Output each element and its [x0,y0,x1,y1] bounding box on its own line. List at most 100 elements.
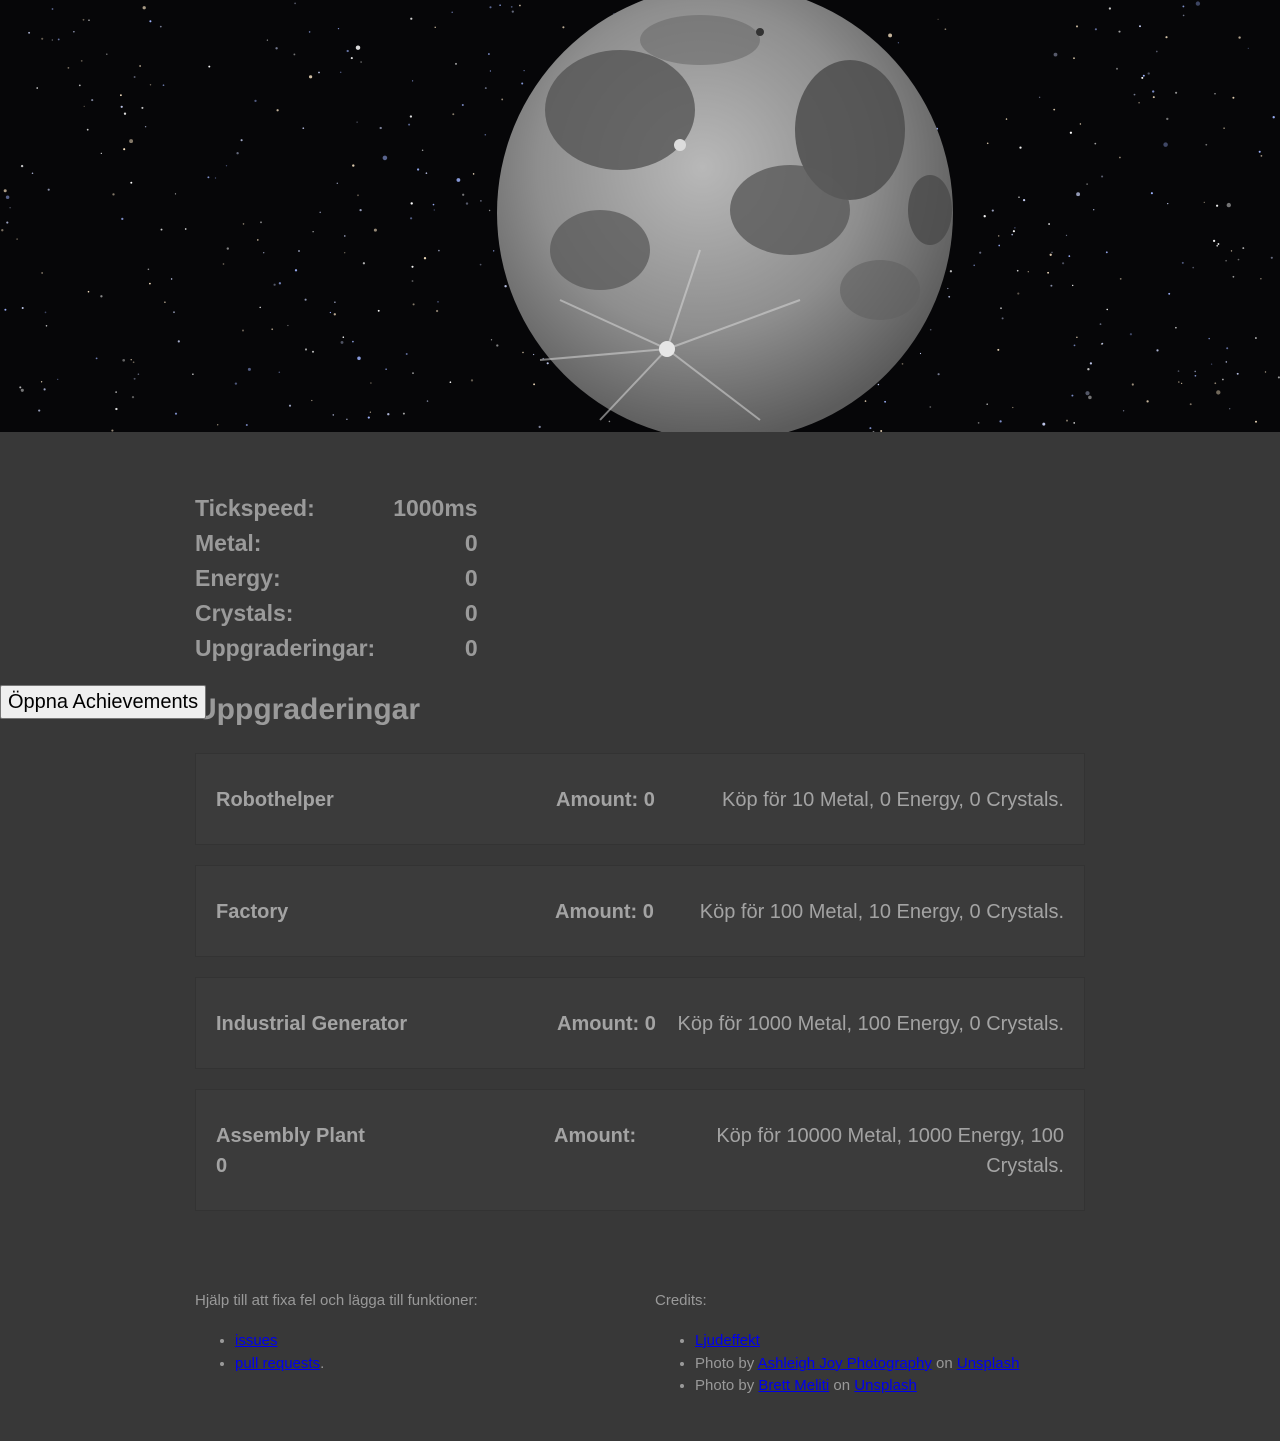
star [129,139,134,144]
star [522,351,524,354]
credits-list: Ljudeffekt Photo by Ashleigh Joy Photogr… [655,1330,1255,1398]
star [242,329,244,332]
star [294,2,296,5]
star [275,47,278,50]
star [356,121,358,123]
star [1075,25,1079,28]
upgrade-cost-line2: Crystals. [986,1155,1064,1177]
star [1099,323,1102,325]
star [1012,230,1015,233]
star [1254,337,1257,339]
star [1208,337,1210,340]
star [373,228,377,232]
star [123,148,126,151]
star [47,188,50,191]
star [433,209,435,211]
star [1087,368,1090,371]
stat-label: Crystals: [195,600,294,626]
star [949,270,953,273]
star [1142,74,1145,77]
star [122,358,126,362]
star [51,39,53,41]
star [184,228,187,230]
star [266,39,269,41]
stat-value: 0 [464,565,478,591]
star [174,412,178,415]
star [411,280,414,282]
upgrades-heading: Uppgraderingar [195,693,421,726]
unsplash-link[interactable]: Unsplash [854,1377,917,1394]
star [19,386,22,389]
star [130,359,132,361]
star [1073,57,1075,60]
star [344,252,346,254]
star [1062,262,1065,265]
star [944,28,947,31]
star [929,406,932,408]
star [1053,108,1056,111]
star [1071,394,1074,397]
star [226,247,229,250]
star [359,208,362,212]
star [247,367,251,371]
star [337,27,340,30]
star [1085,391,1090,396]
star [276,109,279,112]
upgrade-card-robothelper[interactable]: Robothelper Amount: 0 Köp för 10 Metal, … [195,753,1085,845]
photographer-link[interactable]: Ashleigh Joy Photography [758,1355,932,1372]
moon-click-area[interactable] [0,0,1280,432]
star [1260,278,1262,280]
star [1212,239,1216,243]
star [38,409,41,412]
star [1019,146,1022,149]
unsplash-link[interactable]: Unsplash [957,1355,1020,1372]
open-achievements-button[interactable]: Öppna Achievements [0,685,206,719]
star [423,257,427,260]
star [1238,36,1241,39]
help-links-list: issues pull requests. [195,1330,635,1375]
stat-row-metal: Metal: 0 [195,526,478,561]
star [546,362,549,365]
pull-requests-link[interactable]: pull requests [235,1355,320,1372]
star [51,8,54,10]
star [1066,419,1068,422]
upgrade-card-factory[interactable]: Factory Amount: 0 Köp för 100 Metal, 10 … [195,865,1085,957]
upgrade-cost: Köp för 1000 Metal, 100 Energy, 0 Crysta… [677,1013,1065,1035]
star [287,324,289,327]
star [1038,96,1041,99]
star [149,282,151,285]
upgrade-card-industrial-generator[interactable]: Industrial Generator Amount: 0 Köp för 1… [195,977,1085,1069]
star [1094,28,1097,31]
star [100,152,102,154]
photographer-link[interactable]: Brett Meliti [758,1377,829,1394]
star [173,311,175,314]
star [521,82,524,85]
stats-table: Tickspeed: 1000ms Metal: 0 Energy: 0 Cry… [195,491,478,666]
star [31,172,34,174]
star [1051,251,1053,254]
star [132,361,135,364]
footer-help: Hjälp till att fixa fel och lägga till f… [195,1291,635,1375]
stat-value: 0 [464,530,478,556]
issues-link[interactable]: issues [235,1332,278,1349]
sound-effect-link[interactable]: Ljudeffekt [695,1332,760,1349]
star [159,25,162,28]
list-item: Photo by Ashleigh Joy Photography on Uns… [695,1353,1255,1376]
star [333,313,336,316]
star [87,290,90,293]
star [308,75,313,79]
star [149,20,152,23]
star [379,126,382,130]
footer-credits: Credits: Ljudeffekt Photo by Ashleigh Jo… [655,1291,1255,1398]
upgrade-card-assembly-plant[interactable]: Assembly Plant 0 Amount: Köp för 10000 M… [195,1089,1085,1211]
star [1236,372,1239,375]
stat-row-energy: Energy: 0 [195,561,478,596]
star [377,309,380,312]
star [192,373,194,376]
star [234,382,238,385]
star [1182,5,1185,8]
stat-label: Metal: [195,530,262,556]
star [405,353,408,355]
star [864,400,867,402]
star [130,181,133,184]
